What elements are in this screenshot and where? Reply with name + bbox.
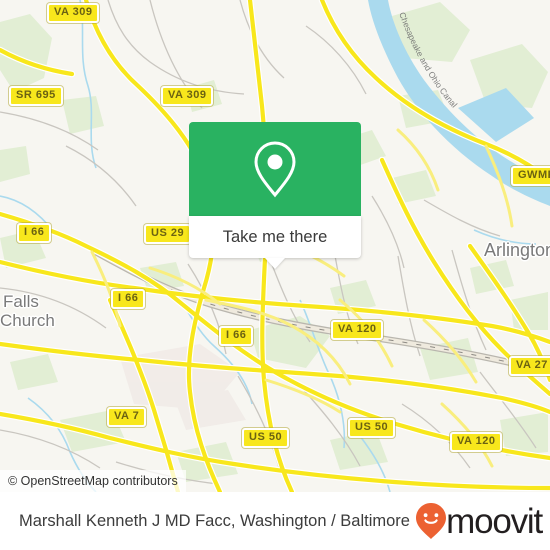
shield: VA 309 bbox=[47, 3, 100, 23]
shield: GWMP bbox=[511, 166, 550, 186]
shield: US 50 bbox=[242, 428, 290, 448]
shield: VA 120 bbox=[450, 432, 503, 452]
shield: US 50 bbox=[348, 418, 396, 438]
popup-pointer-tail bbox=[265, 258, 285, 269]
shield: VA 27 bbox=[509, 356, 550, 376]
shield: US 29 bbox=[144, 224, 192, 244]
place-label-church: Church bbox=[0, 311, 55, 330]
shield: I 66 bbox=[219, 326, 254, 346]
moovit-map-screenshot: Chesapeake and Ohio Canal VA 309 SR 695 … bbox=[0, 0, 550, 550]
footer-bar: Marshall Kenneth J MD Facc, Washington /… bbox=[0, 492, 550, 550]
shield: VA 7 bbox=[107, 407, 147, 427]
shield: I 66 bbox=[111, 289, 146, 309]
shield: I 66 bbox=[17, 223, 52, 243]
popup-icon-area bbox=[189, 122, 361, 216]
take-me-there-button[interactable]: Take me there bbox=[189, 216, 361, 269]
place-label-arlington: Arlington bbox=[484, 240, 550, 260]
location-popup[interactable]: Take me there bbox=[189, 122, 361, 269]
moovit-brand[interactable]: moovit bbox=[414, 501, 543, 541]
shield: VA 120 bbox=[331, 320, 384, 340]
shield: VA 309 bbox=[161, 86, 214, 106]
place-label-falls: Falls bbox=[3, 292, 39, 311]
take-me-there-label: Take me there bbox=[222, 227, 328, 246]
footer-place-title: Marshall Kenneth J MD Facc, Washington /… bbox=[19, 511, 410, 530]
moovit-pin-icon bbox=[416, 503, 447, 539]
map-pin-icon bbox=[254, 141, 296, 198]
osm-attribution[interactable]: © OpenStreetMap contributors bbox=[0, 470, 186, 492]
moovit-wordmark: moovit bbox=[446, 501, 543, 541]
shield: SR 695 bbox=[9, 86, 63, 106]
